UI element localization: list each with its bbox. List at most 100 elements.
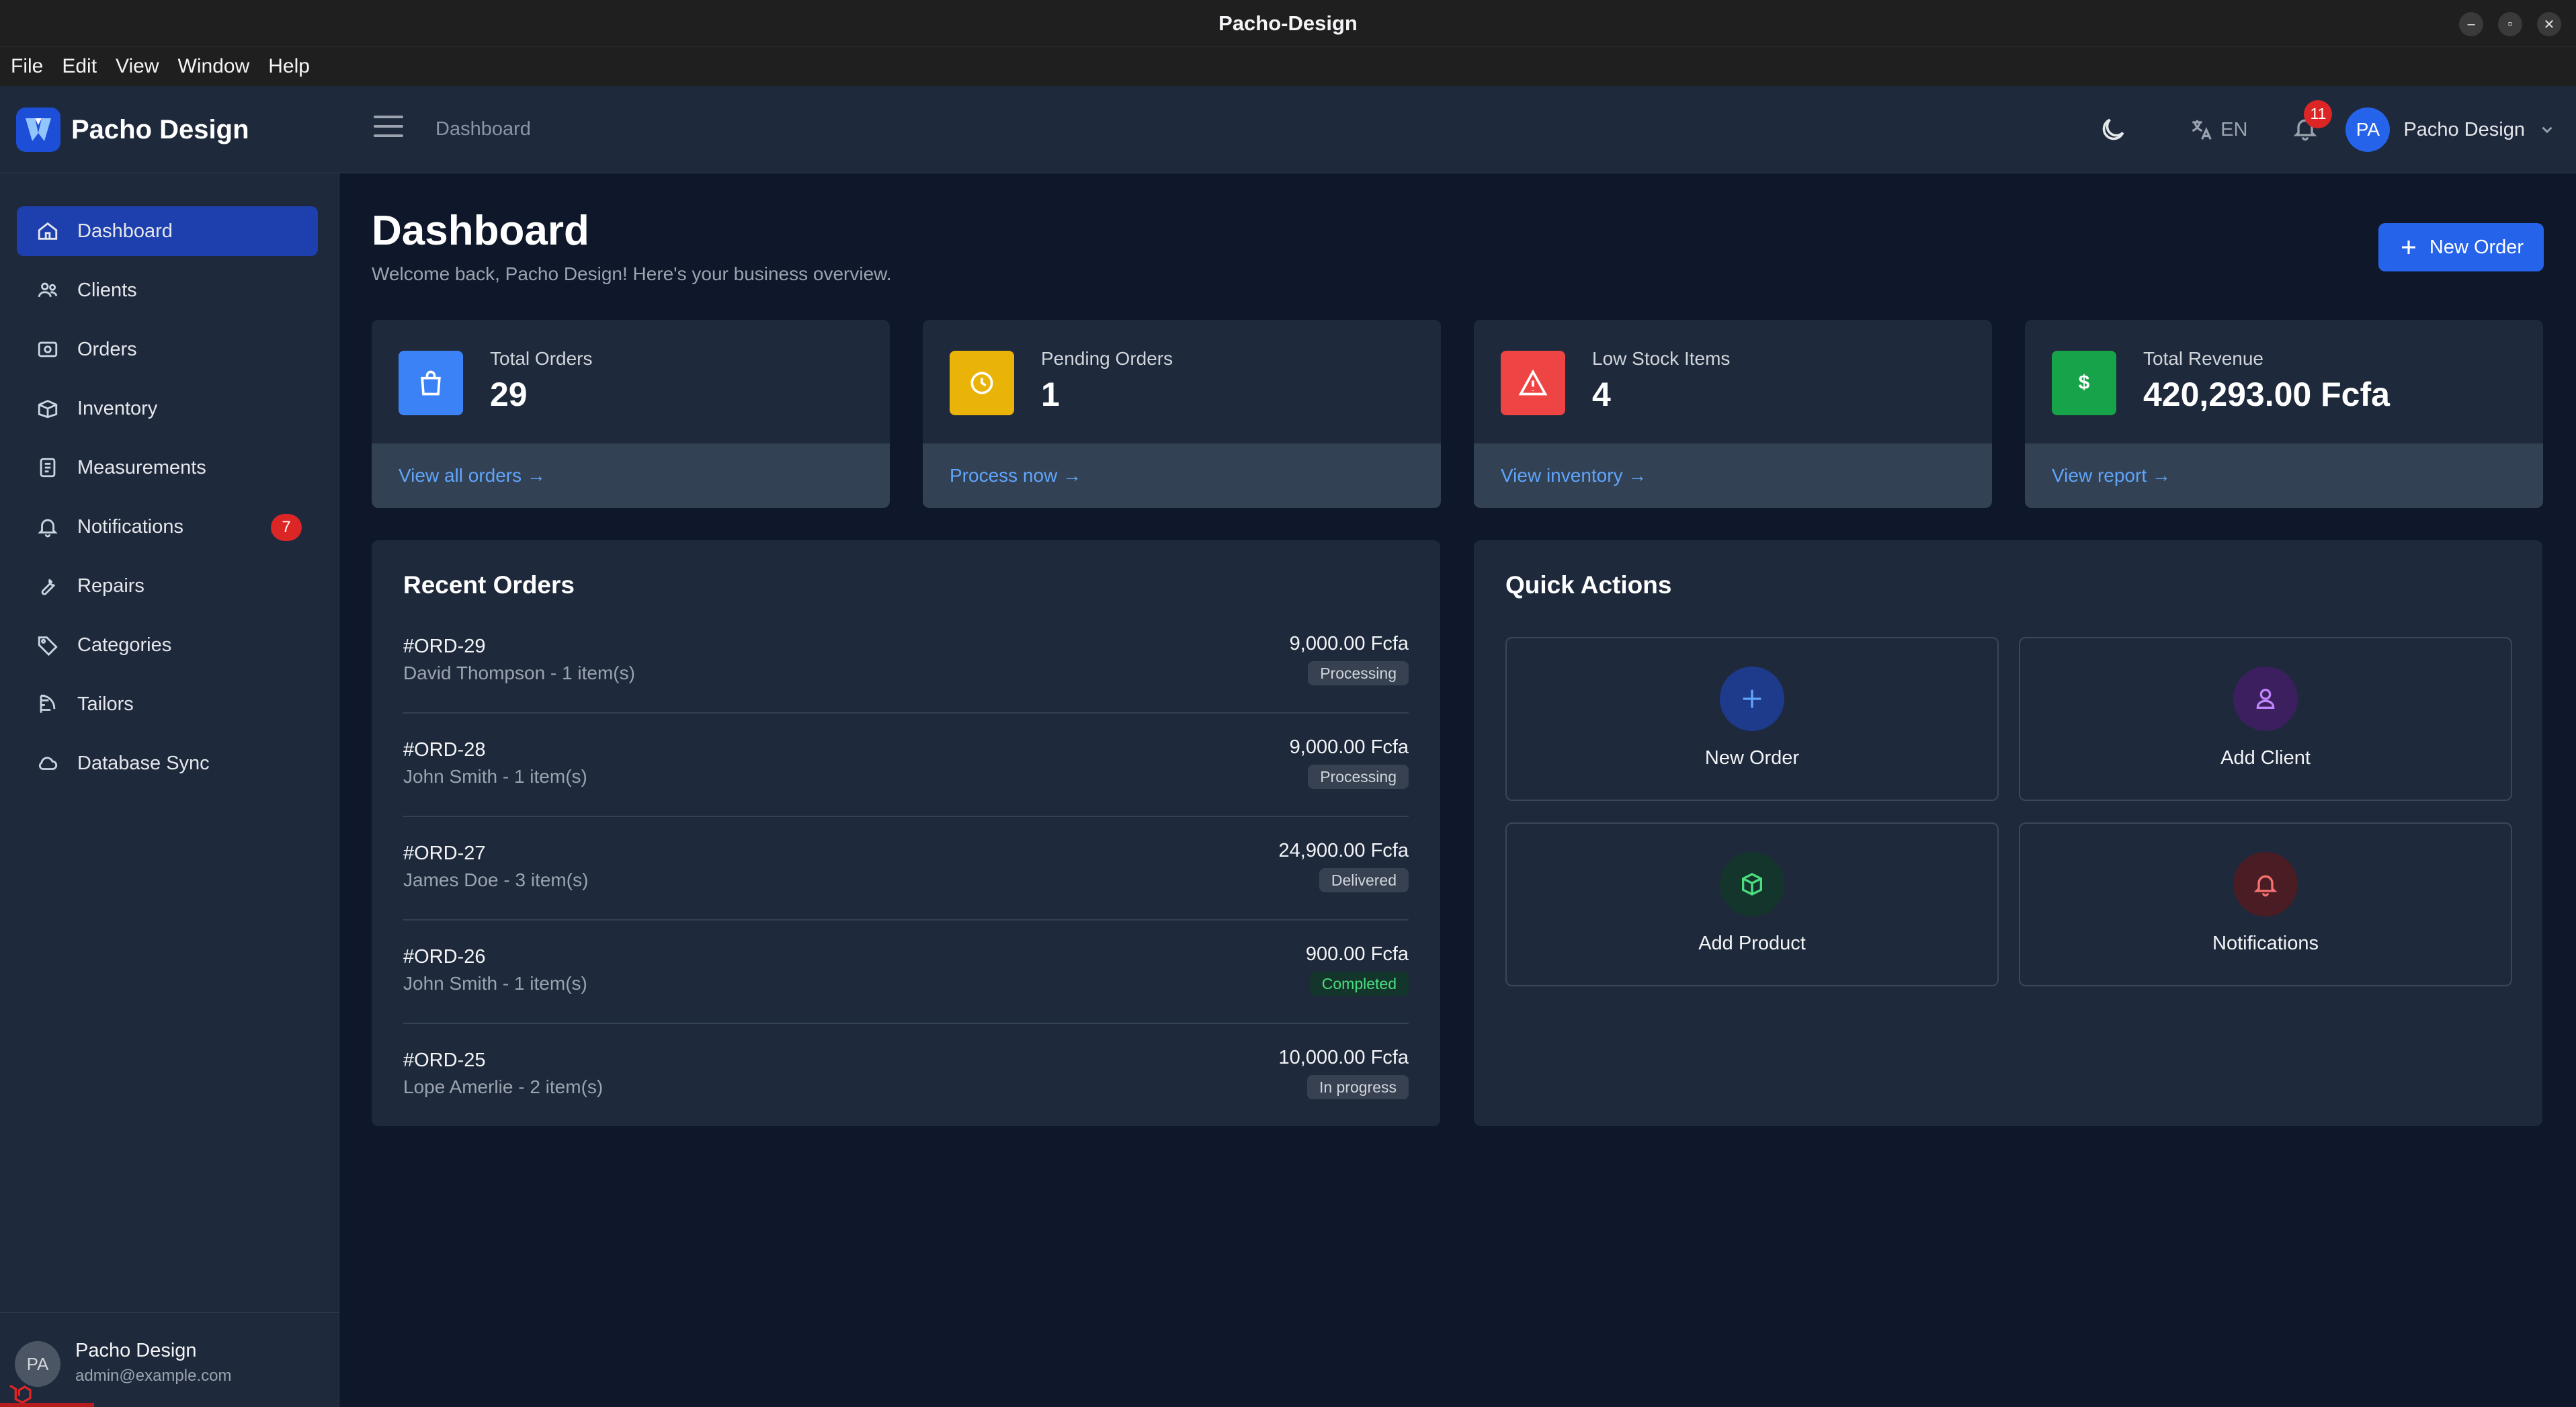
quick-actions-panel: Quick Actions New Order Add Client Add P… [1474,540,2542,1126]
sidebar-item-clients[interactable]: Clients [17,265,318,315]
menu-file[interactable]: File [4,55,50,78]
dollar-icon: $ [2052,351,2116,415]
notifications-count-badge: 7 [271,514,302,541]
stat-value: 1 [1041,376,1060,413]
stat-card-total-revenue: $ Total Revenue 420,293.00 Fcfa View rep… [2025,320,2543,508]
clock-icon [950,351,1014,415]
minimize-button[interactable]: – [2459,12,2483,36]
sidebar-item-label: Repairs [77,574,144,597]
sidebar-item-label: Inventory [77,397,158,419]
chevron-down-icon [2542,126,2552,134]
sidebar-item-label: Notifications [77,515,183,538]
order-customer: David Thompson - 1 item(s) [403,663,635,683]
sidebar-item-inventory[interactable]: Inventory [17,384,318,433]
table-row[interactable]: #ORD-28 John Smith - 1 item(s) 9,000.00 … [403,731,1409,835]
sidebar-user-name: Pacho Design [75,1340,197,1361]
sidebar-item-dashboard[interactable]: Dashboard [17,206,318,256]
sidebar-item-label: Measurements [77,456,206,478]
menu-view[interactable]: View [109,55,165,78]
orders-icon [36,337,60,361]
recent-orders-panel: Recent Orders #ORD-29 David Thompson - 1… [372,540,1440,1126]
shopping-bag-icon [399,351,463,415]
stat-value: 420,293.00 Fcfa [2143,376,2390,413]
process-now-link[interactable]: Process now → [950,465,1081,486]
menu-help[interactable]: Help [261,55,317,78]
home-icon [36,219,60,243]
brand[interactable]: Pacho Design [16,108,249,152]
sidebar-item-measurements[interactable]: Measurements [17,443,318,493]
order-amount: 10,000.00 Fcfa [1278,1047,1409,1068]
stat-label: Total Orders [490,348,593,369]
view-report-link[interactable]: View report → [2052,465,2171,486]
wrench-icon [36,574,60,598]
view-inventory-link[interactable]: View inventory → [1501,465,1647,486]
sidebar-item-notifications[interactable]: Notifications 7 [17,502,318,552]
stat-card-low-stock: Low Stock Items 4 View inventory → [1474,320,1992,508]
user-icon [2233,667,2298,731]
plus-icon [1720,667,1784,731]
quick-action-label: Add Product [1698,933,1806,954]
order-amount: 9,000.00 Fcfa [1289,736,1409,758]
view-all-orders-link[interactable]: View all orders → [399,465,546,486]
order-amount: 9,000.00 Fcfa [1289,633,1409,654]
quick-action-add-client[interactable]: Add Client [2019,637,2512,801]
order-id: #ORD-27 [403,843,486,864]
table-row[interactable]: #ORD-29 David Thompson - 1 item(s) 9,000… [403,628,1409,731]
stat-label: Low Stock Items [1592,348,1731,369]
plus-icon [2401,241,2415,254]
warning-icon [1501,351,1565,415]
row-divider [403,712,1409,714]
title-bar: Pacho-Design – ▫ ✕ [0,0,2576,47]
menu-window[interactable]: Window [171,55,257,78]
stat-card-pending-orders: Pending Orders 1 Process now → [923,320,1441,508]
sidebar-item-orders[interactable]: Orders [17,325,318,374]
order-customer: Lope Amerlie - 2 item(s) [403,1076,604,1097]
maximize-button[interactable]: ▫ [2498,12,2522,36]
stat-value: 29 [490,376,528,413]
language-switcher[interactable]: EN [2188,117,2247,142]
notifications-button[interactable]: 11 [2292,99,2333,145]
panel-title: Recent Orders [403,571,575,599]
bell-icon [36,515,60,539]
language-label: EN [2220,118,2248,140]
app-header: Pacho Design Dashboard EN 11 PA Pacho De… [0,86,2576,173]
sidebar-item-categories[interactable]: Categories [17,620,318,670]
table-row[interactable]: #ORD-25 Lope Amerlie - 2 item(s) 10,000.… [403,1041,1409,1145]
translate-icon [2192,120,2212,140]
sidebar-item-repairs[interactable]: Repairs [17,561,318,611]
stat-label: Pending Orders [1041,348,1173,369]
user-menu[interactable]: PA Pacho Design [2345,108,2556,152]
brand-name: Pacho Design [71,114,249,144]
status-badge: Completed [1309,972,1409,996]
menu-edit[interactable]: Edit [55,55,103,78]
close-button[interactable]: ✕ [2537,12,2561,36]
stat-value: 4 [1592,376,1611,413]
sidebar-item-label: Orders [77,338,137,360]
stat-footer: Process now → [923,443,1441,508]
stat-footer: View inventory → [1474,443,1992,508]
quick-action-notifications[interactable]: Notifications [2019,822,2512,986]
stat-label: Total Revenue [2143,348,2264,369]
quick-action-new-order[interactable]: New Order [1505,637,1999,801]
row-divider [403,919,1409,921]
new-order-button[interactable]: New Order [2378,223,2544,271]
menu-toggle-icon[interactable] [374,116,403,142]
quick-action-add-product[interactable]: Add Product [1505,822,1999,986]
sidebar-user[interactable]: PA Pacho Design admin@example.com [0,1312,339,1407]
status-badge: Processing [1308,661,1409,685]
header-actions: EN 11 PA Pacho Design [2098,99,2556,153]
window-controls: – ▫ ✕ [2459,12,2561,36]
panel-title: Quick Actions [1505,571,1672,599]
table-row[interactable]: #ORD-26 John Smith - 1 item(s) 900.00 Fc… [403,938,1409,1041]
moon-icon[interactable] [2098,115,2128,144]
avatar: PA [2345,108,2391,152]
stat-footer: View all orders → [372,443,890,508]
table-row[interactable]: #ORD-27 James Doe - 3 item(s) 24,900.00 … [403,835,1409,938]
sidebar-item-tailors[interactable]: Tailors [17,679,318,729]
status-badge: Processing [1308,765,1409,789]
inventory-icon [36,396,60,421]
sidebar-item-label: Database Sync [77,752,210,774]
sidebar-item-database-sync[interactable]: Database Sync [17,738,318,788]
page-subtitle: Welcome back, Pacho Design! Here's your … [372,263,892,284]
order-customer: James Doe - 3 item(s) [403,869,589,890]
